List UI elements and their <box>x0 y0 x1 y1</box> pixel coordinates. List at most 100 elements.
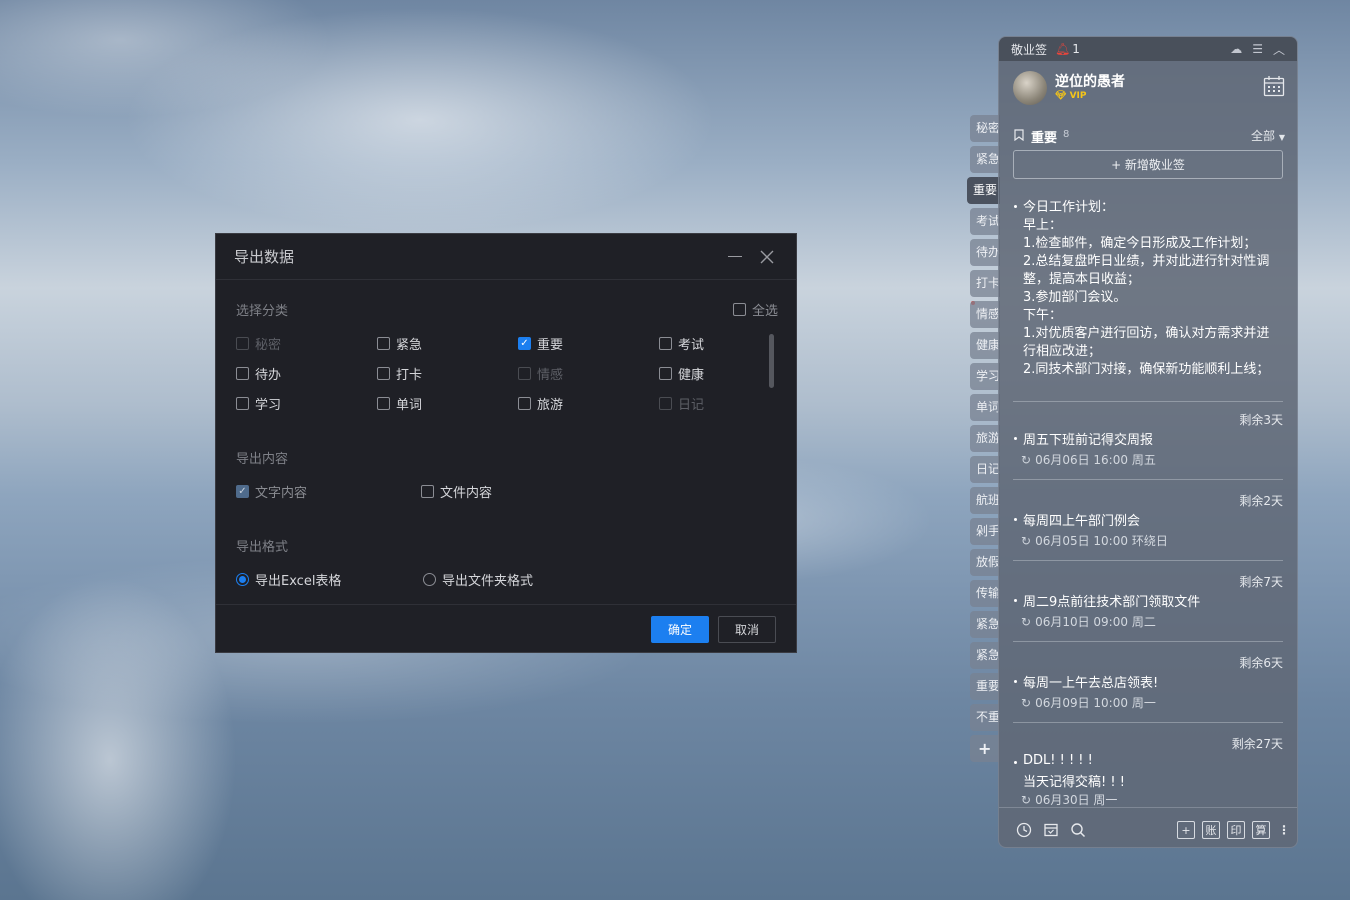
widget-toolbar: + 账印算 ⋮ <box>999 807 1297 847</box>
checkbox-box <box>236 367 249 380</box>
cancel-button[interactable]: 取消 <box>718 616 776 643</box>
side-tab[interactable]: 传输 <box>970 580 1000 607</box>
category-scrollbar[interactable] <box>769 334 774 388</box>
avatar[interactable] <box>1013 71 1047 105</box>
checkbox-box <box>659 337 672 350</box>
checkbox-box <box>377 337 390 350</box>
note-line: 下午： <box>1023 308 1063 323</box>
list-item[interactable]: 剩余27天 DDL! ! ! ! ! 当天记得交稿! ! ! ↻ 06月30日 周一 <box>1013 731 1283 807</box>
confirm-button[interactable]: 确定 <box>651 616 709 643</box>
filter-label: 全部 <box>1251 129 1276 143</box>
collapse-icon[interactable]: ︿ <box>1273 41 1285 58</box>
close-button[interactable] <box>756 246 778 268</box>
tool-button[interactable]: 账 <box>1202 821 1220 839</box>
side-tab[interactable]: 单词 <box>970 394 1000 421</box>
side-tab[interactable]: 学习 <box>970 363 1000 390</box>
side-tab[interactable]: 打卡 <box>970 270 1000 297</box>
side-tab[interactable]: 不重 <box>970 704 1000 731</box>
note-line: 1.对优质客户进行回访，确认对方需求并进行相应改进； <box>1023 326 1270 359</box>
bullet-icon <box>1014 599 1017 602</box>
checkbox-box <box>236 337 249 350</box>
checkbox-box <box>421 485 434 498</box>
side-tab[interactable]: 情感 <box>970 301 1000 328</box>
bullet-icon <box>1014 518 1017 521</box>
side-tab[interactable]: 考试 <box>970 208 1000 235</box>
archive-icon[interactable] <box>1042 821 1060 839</box>
calendar-icon[interactable] <box>1263 75 1285 97</box>
menu-icon[interactable]: ☰ <box>1252 42 1263 56</box>
category-checkbox[interactable]: 健康 <box>659 364 704 383</box>
category-checkbox[interactable]: ✓ 重要 <box>518 334 563 353</box>
category-label: 健康 <box>678 368 705 383</box>
note-line: 早上： <box>1023 218 1063 233</box>
add-category-button[interactable]: + <box>970 735 1000 762</box>
side-tab[interactable]: 健康 <box>970 332 1000 359</box>
export-dialog: 导出数据 选择分类 全选 秘密 紧急 ✓ 重要 考试 待办 打卡 情感 健康 学习 单词 旅游 日记 导… <box>215 233 797 653</box>
clock-icon[interactable] <box>1015 821 1033 839</box>
list-item[interactable]: 剩余2天 每周四上午部门例会 ↻ 06月05日 10:00 环绕日 <box>1013 488 1283 568</box>
add-note-button[interactable]: + 新增敬业签 <box>1013 150 1283 179</box>
note-time-label: 06月05日 10:00 环绕日 <box>1035 534 1168 548</box>
filter-dropdown[interactable]: 全部 ▼ <box>1251 127 1285 144</box>
repeat-icon: ↻ <box>1021 614 1032 629</box>
side-tab[interactable]: 重要 <box>970 673 1000 700</box>
side-tab[interactable]: 重要 <box>967 177 1000 204</box>
side-tab[interactable]: 秘密 <box>970 115 1000 142</box>
remaining-days: 剩余7天 <box>1239 575 1283 589</box>
list-item[interactable]: 剩余7天周二9点前往技术部门领取文件 ↻ 06月10日 09:00 周二 <box>1013 569 1283 649</box>
add-icon[interactable]: + <box>1177 821 1195 839</box>
search-icon[interactable] <box>1069 821 1087 839</box>
dialog-header: 导出数据 <box>216 234 796 280</box>
side-tab[interactable]: 紧急 <box>970 642 1000 669</box>
side-tab[interactable]: 剁手 <box>970 518 1000 545</box>
note-title: 周二9点前往技术部门领取文件 <box>1023 595 1201 610</box>
side-tab[interactable]: 旅游 <box>970 425 1000 452</box>
side-tab[interactable]: 紧急 <box>970 611 1000 638</box>
tool-button[interactable]: 算 <box>1252 821 1270 839</box>
select-all-checkbox[interactable]: 全选 <box>733 300 778 319</box>
note-list: 今日工作计划： 早上： 1.检查邮件，确定今日形成及工作计划； 2.总结复盘昨日业绩，… <box>1013 187 1283 807</box>
side-tab[interactable]: 放假 <box>970 549 1000 576</box>
file-content-label: 文件内容 <box>440 486 493 501</box>
cloud-sync-icon[interactable]: ☁ <box>1230 42 1242 56</box>
side-tab[interactable]: 日记 <box>970 456 1000 483</box>
category-checkbox[interactable]: 待办 <box>236 364 281 383</box>
list-item[interactable]: 剩余6天 每周一上午去总店领表! ↻ 06月09日 10:00 周一 <box>1013 650 1283 730</box>
category-checkbox[interactable]: 旅游 <box>518 394 563 413</box>
folder-format-radio[interactable]: 导出文件夹格式 <box>423 570 533 589</box>
category-label: 重要 <box>537 338 564 353</box>
text-content-label: 文字内容 <box>255 486 308 501</box>
side-tab[interactable]: 紧急 <box>970 146 1000 173</box>
chevron-down-icon: ▼ <box>1278 133 1285 142</box>
note-title: 周五下班前记得交周报 <box>1023 433 1154 448</box>
category-label: 打卡 <box>396 368 423 383</box>
note-time-label: 06月10日 09:00 周二 <box>1035 615 1156 629</box>
note-line: 1.检查邮件，确定今日形成及工作计划； <box>1023 236 1257 251</box>
category-checkbox[interactable]: 单词 <box>377 394 422 413</box>
divider <box>1013 401 1283 402</box>
side-tab[interactable]: 待办 <box>970 239 1000 266</box>
more-icon[interactable]: ⋮ <box>1275 821 1293 839</box>
side-tab[interactable]: 航班 <box>970 487 1000 514</box>
category-checkbox: 情感 <box>518 364 563 383</box>
category-checkbox[interactable]: 考试 <box>659 334 704 353</box>
category-label: 学习 <box>255 398 282 413</box>
category-checkbox[interactable]: 学习 <box>236 394 281 413</box>
list-item[interactable]: 今日工作计划： 早上： 1.检查邮件，确定今日形成及工作计划； 2.总结复盘昨日业绩，… <box>1013 187 1283 402</box>
excel-format-radio[interactable]: 导出Excel表格 <box>236 570 341 589</box>
tool-button[interactable]: 印 <box>1227 821 1245 839</box>
category-label: 待办 <box>255 368 282 383</box>
category-label: 秘密 <box>255 338 282 353</box>
category-checkbox[interactable]: 打卡 <box>377 364 422 383</box>
note-title: DDL! ! ! ! ! <box>1023 753 1093 768</box>
file-content-checkbox[interactable]: 文件内容 <box>421 482 492 501</box>
dialog-title: 导出数据 <box>234 248 295 266</box>
checkbox-box: ✓ <box>518 337 531 350</box>
note-line: 2.总结复盘昨日业绩，并对此进行针对性调整，提高本日收益； <box>1023 254 1270 287</box>
category-checkbox[interactable]: 紧急 <box>377 334 422 353</box>
reminder-bell-icon[interactable]: 🔔︎ <box>1055 42 1070 56</box>
note-title: 每周一上午去总店领表! <box>1023 676 1159 691</box>
list-item[interactable]: 剩余3天 周五下班前记得交周报 ↻ 06月06日 16:00 周五 <box>1013 407 1283 487</box>
minimize-button[interactable] <box>724 246 746 268</box>
checkbox-box <box>518 367 531 380</box>
